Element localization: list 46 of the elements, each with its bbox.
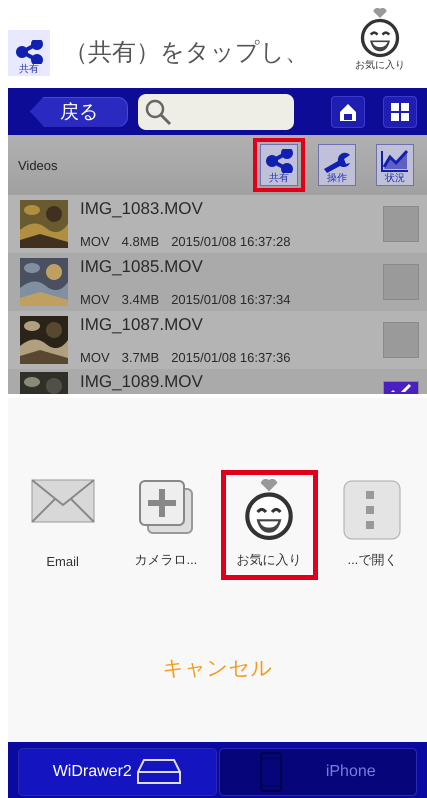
instruction-text: （共有）をタップし、	[64, 38, 309, 68]
file-type: MOV	[80, 234, 110, 249]
open-in-action[interactable]: ...で開く	[324, 470, 421, 580]
list-icon	[342, 479, 402, 541]
grid-button[interactable]	[383, 96, 417, 128]
file-type: MOV	[80, 350, 110, 365]
checkbox[interactable]	[383, 206, 419, 242]
file-size: 3.4MB	[122, 292, 160, 307]
tools-button[interactable]: 操作	[318, 144, 356, 186]
grid-icon	[390, 102, 410, 122]
file-date: 2015/01/08 16:37:34	[171, 292, 290, 307]
file-date: 2015/01/08 16:37:28	[171, 234, 290, 249]
check-icon	[390, 382, 412, 392]
envelope-icon	[30, 479, 95, 523]
file-size: 3.7MB	[122, 350, 160, 365]
file-name: IMG_1085.MOV	[80, 257, 204, 277]
email-action[interactable]: Email	[14, 470, 112, 580]
phone-icon	[260, 752, 282, 792]
tab[interactable]: WiDrawer2	[18, 748, 216, 796]
share-icon	[15, 40, 43, 64]
favorite-label: お気に入り	[355, 58, 405, 72]
checkbox[interactable]	[383, 322, 419, 358]
search-icon	[144, 98, 172, 126]
folder-title: Videos	[18, 158, 59, 172]
wrench-icon	[322, 151, 352, 173]
chart-button[interactable]: 状況	[376, 144, 414, 186]
tab[interactable]: iPhone	[218, 748, 417, 796]
house-icon	[338, 102, 358, 122]
checkbox[interactable]	[383, 381, 419, 394]
file-type: MOV	[80, 292, 110, 307]
drive-icon	[136, 758, 182, 786]
file-name: IMG_1083.MOV	[80, 199, 204, 219]
home-button[interactable]	[331, 96, 365, 128]
checkbox[interactable]	[383, 264, 419, 300]
file-date: 2015/01/08 16:37:36	[171, 350, 290, 365]
search-field[interactable]	[138, 94, 294, 130]
file-name: IMG_1087.MOV	[80, 315, 204, 335]
share-button[interactable]: 共有	[260, 144, 298, 186]
file-name: IMG_1089.MOV	[80, 372, 204, 392]
back-button[interactable]: 戻る	[30, 96, 128, 126]
camera-roll-action[interactable]: カメラロ...	[117, 470, 214, 580]
line-chart-icon	[380, 149, 410, 173]
share-icon	[265, 149, 293, 173]
add-photo-icon	[138, 479, 194, 535]
file-size: 4.8MB	[122, 234, 160, 249]
favorite-action[interactable]: お気に入り	[220, 470, 318, 580]
